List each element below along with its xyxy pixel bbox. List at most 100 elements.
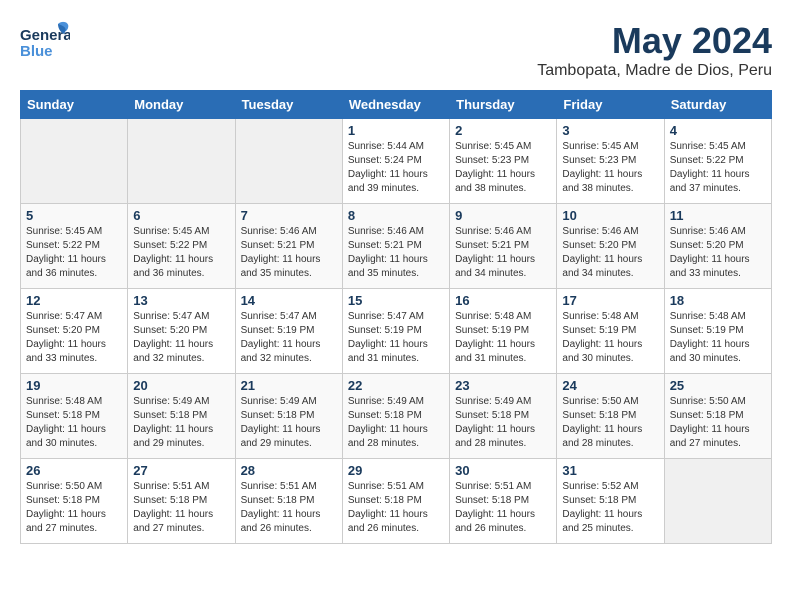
day-number: 17 xyxy=(562,293,658,308)
day-info: Sunrise: 5:49 AM Sunset: 5:18 PM Dayligh… xyxy=(241,395,337,451)
calendar-cell: 21 Sunrise: 5:49 AM Sunset: 5:18 PM Dayli… xyxy=(235,374,342,459)
day-number: 27 xyxy=(133,463,229,478)
day-info: Sunrise: 5:46 AM Sunset: 5:20 PM Dayligh… xyxy=(670,225,766,281)
calendar-header-sunday: Sunday xyxy=(21,91,128,119)
calendar-cell: 27 Sunrise: 5:51 AM Sunset: 5:18 PM Dayli… xyxy=(128,459,235,544)
day-info: Sunrise: 5:51 AM Sunset: 5:18 PM Dayligh… xyxy=(348,480,444,536)
day-number: 18 xyxy=(670,293,766,308)
day-info: Sunrise: 5:49 AM Sunset: 5:18 PM Dayligh… xyxy=(455,395,551,451)
day-info: Sunrise: 5:49 AM Sunset: 5:18 PM Dayligh… xyxy=(348,395,444,451)
day-number: 28 xyxy=(241,463,337,478)
day-number: 14 xyxy=(241,293,337,308)
calendar-cell: 26 Sunrise: 5:50 AM Sunset: 5:18 PM Dayli… xyxy=(21,459,128,544)
day-number: 1 xyxy=(348,123,444,138)
calendar-cell: 9 Sunrise: 5:46 AM Sunset: 5:21 PM Daylig… xyxy=(450,204,557,289)
day-number: 23 xyxy=(455,378,551,393)
page-header: General Blue May 2024 Tambopata, Madre d… xyxy=(20,20,772,80)
day-number: 8 xyxy=(348,208,444,223)
day-number: 16 xyxy=(455,293,551,308)
day-number: 19 xyxy=(26,378,122,393)
calendar-cell: 7Sunrise: 5:46 AM Sunset: 5:21 PM Daylig… xyxy=(235,204,342,289)
calendar-week-row: 19Sunrise: 5:48 AM Sunset: 5:18 PM Dayli… xyxy=(21,374,772,459)
day-number: 6 xyxy=(133,208,229,223)
calendar-cell: 14Sunrise: 5:47 AM Sunset: 5:19 PM Dayli… xyxy=(235,289,342,374)
day-info: Sunrise: 5:47 AM Sunset: 5:19 PM Dayligh… xyxy=(348,310,444,366)
calendar-header-thursday: Thursday xyxy=(450,91,557,119)
calendar-header-monday: Monday xyxy=(128,91,235,119)
day-info: Sunrise: 5:50 AM Sunset: 5:18 PM Dayligh… xyxy=(670,395,766,451)
day-number: 26 xyxy=(26,463,122,478)
day-info: Sunrise: 5:51 AM Sunset: 5:18 PM Dayligh… xyxy=(241,480,337,536)
day-info: Sunrise: 5:45 AM Sunset: 5:22 PM Dayligh… xyxy=(670,140,766,196)
calendar-cell: 19Sunrise: 5:48 AM Sunset: 5:18 PM Dayli… xyxy=(21,374,128,459)
calendar-cell: 5Sunrise: 5:45 AM Sunset: 5:22 PM Daylig… xyxy=(21,204,128,289)
logo: General Blue xyxy=(20,20,70,68)
calendar-cell: 29 Sunrise: 5:51 AM Sunset: 5:18 PM Dayli… xyxy=(342,459,449,544)
calendar-header-wednesday: Wednesday xyxy=(342,91,449,119)
day-number: 13 xyxy=(133,293,229,308)
calendar-week-row: 12Sunrise: 5:47 AM Sunset: 5:20 PM Dayli… xyxy=(21,289,772,374)
logo-bird-icon: General Blue xyxy=(20,20,70,68)
day-info: Sunrise: 5:46 AM Sunset: 5:21 PM Dayligh… xyxy=(348,225,444,281)
calendar-cell: 2Sunrise: 5:45 AM Sunset: 5:23 PM Daylig… xyxy=(450,119,557,204)
day-number: 3 xyxy=(562,123,658,138)
calendar-cell: 17 Sunrise: 5:48 AM Sunset: 5:19 PM Dayli… xyxy=(557,289,664,374)
day-info: Sunrise: 5:46 AM Sunset: 5:20 PM Dayligh… xyxy=(562,225,658,281)
calendar-cell: 20Sunrise: 5:49 AM Sunset: 5:18 PM Dayli… xyxy=(128,374,235,459)
calendar-cell: 3 Sunrise: 5:45 AM Sunset: 5:23 PM Daylig… xyxy=(557,119,664,204)
calendar-cell: 10 Sunrise: 5:46 AM Sunset: 5:20 PM Dayli… xyxy=(557,204,664,289)
calendar-cell: 22 Sunrise: 5:49 AM Sunset: 5:18 PM Dayli… xyxy=(342,374,449,459)
calendar-cell: 25 Sunrise: 5:50 AM Sunset: 5:18 PM Dayli… xyxy=(664,374,771,459)
calendar-cell: 4 Sunrise: 5:45 AM Sunset: 5:22 PM Daylig… xyxy=(664,119,771,204)
day-info: Sunrise: 5:47 AM Sunset: 5:20 PM Dayligh… xyxy=(133,310,229,366)
calendar-header-friday: Friday xyxy=(557,91,664,119)
day-info: Sunrise: 5:51 AM Sunset: 5:18 PM Dayligh… xyxy=(455,480,551,536)
day-info: Sunrise: 5:45 AM Sunset: 5:23 PM Dayligh… xyxy=(562,140,658,196)
calendar-week-row: 5Sunrise: 5:45 AM Sunset: 5:22 PM Daylig… xyxy=(21,204,772,289)
calendar-week-row: 26 Sunrise: 5:50 AM Sunset: 5:18 PM Dayli… xyxy=(21,459,772,544)
calendar-cell xyxy=(664,459,771,544)
day-number: 25 xyxy=(670,378,766,393)
calendar-cell: 23 Sunrise: 5:49 AM Sunset: 5:18 PM Dayli… xyxy=(450,374,557,459)
day-info: Sunrise: 5:50 AM Sunset: 5:18 PM Dayligh… xyxy=(562,395,658,451)
calendar-table: SundayMondayTuesdayWednesdayThursdayFrid… xyxy=(20,90,772,544)
calendar-cell: 8 Sunrise: 5:46 AM Sunset: 5:21 PM Daylig… xyxy=(342,204,449,289)
day-info: Sunrise: 5:46 AM Sunset: 5:21 PM Dayligh… xyxy=(241,225,337,281)
day-number: 11 xyxy=(670,208,766,223)
day-number: 30 xyxy=(455,463,551,478)
calendar-cell: 15Sunrise: 5:47 AM Sunset: 5:19 PM Dayli… xyxy=(342,289,449,374)
day-number: 10 xyxy=(562,208,658,223)
calendar-cell: 18Sunrise: 5:48 AM Sunset: 5:19 PM Dayli… xyxy=(664,289,771,374)
calendar-cell: 6Sunrise: 5:45 AM Sunset: 5:22 PM Daylig… xyxy=(128,204,235,289)
calendar-header-saturday: Saturday xyxy=(664,91,771,119)
day-number: 9 xyxy=(455,208,551,223)
day-number: 31 xyxy=(562,463,658,478)
day-info: Sunrise: 5:50 AM Sunset: 5:18 PM Dayligh… xyxy=(26,480,122,536)
day-number: 2 xyxy=(455,123,551,138)
calendar-cell: 12Sunrise: 5:47 AM Sunset: 5:20 PM Dayli… xyxy=(21,289,128,374)
day-info: Sunrise: 5:49 AM Sunset: 5:18 PM Dayligh… xyxy=(133,395,229,451)
calendar-cell: 28 Sunrise: 5:51 AM Sunset: 5:18 PM Dayli… xyxy=(235,459,342,544)
day-info: Sunrise: 5:51 AM Sunset: 5:18 PM Dayligh… xyxy=(133,480,229,536)
calendar-cell: 1 Sunrise: 5:44 AM Sunset: 5:24 PM Daylig… xyxy=(342,119,449,204)
day-info: Sunrise: 5:48 AM Sunset: 5:19 PM Dayligh… xyxy=(455,310,551,366)
day-number: 5 xyxy=(26,208,122,223)
day-number: 24 xyxy=(562,378,658,393)
day-number: 29 xyxy=(348,463,444,478)
svg-text:Blue: Blue xyxy=(20,43,53,60)
day-info: Sunrise: 5:47 AM Sunset: 5:20 PM Dayligh… xyxy=(26,310,122,366)
calendar-cell: 13 Sunrise: 5:47 AM Sunset: 5:20 PM Dayli… xyxy=(128,289,235,374)
calendar-cell: 31Sunrise: 5:52 AM Sunset: 5:18 PM Dayli… xyxy=(557,459,664,544)
day-number: 4 xyxy=(670,123,766,138)
calendar-cell: 24 Sunrise: 5:50 AM Sunset: 5:18 PM Dayli… xyxy=(557,374,664,459)
day-number: 22 xyxy=(348,378,444,393)
day-number: 21 xyxy=(241,378,337,393)
calendar-cell: 30 Sunrise: 5:51 AM Sunset: 5:18 PM Dayli… xyxy=(450,459,557,544)
calendar-cell xyxy=(235,119,342,204)
day-info: Sunrise: 5:46 AM Sunset: 5:21 PM Dayligh… xyxy=(455,225,551,281)
main-title: May 2024 xyxy=(537,20,772,62)
day-info: Sunrise: 5:44 AM Sunset: 5:24 PM Dayligh… xyxy=(348,140,444,196)
calendar-header-row: SundayMondayTuesdayWednesdayThursdayFrid… xyxy=(21,91,772,119)
calendar-cell xyxy=(21,119,128,204)
day-info: Sunrise: 5:48 AM Sunset: 5:19 PM Dayligh… xyxy=(562,310,658,366)
